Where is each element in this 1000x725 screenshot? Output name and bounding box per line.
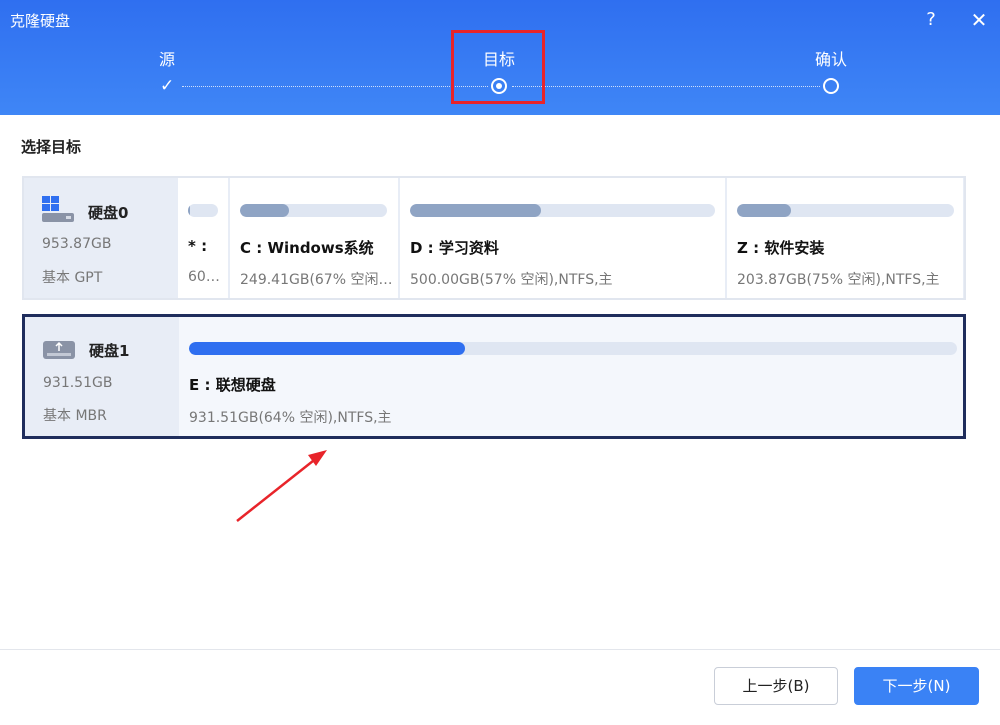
next-button[interactable]: 下一步(N) <box>854 667 979 705</box>
annotation-arrow-icon <box>236 450 327 522</box>
previous-button[interactable]: 上一步(B) <box>714 667 838 705</box>
footer-divider <box>0 649 1000 650</box>
